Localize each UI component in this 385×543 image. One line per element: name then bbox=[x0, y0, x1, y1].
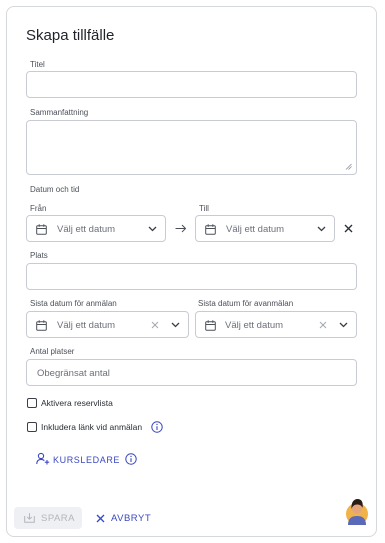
seats-input[interactable]: Obegränsat antal bbox=[26, 359, 357, 386]
to-date-picker[interactable]: Välj ett datum bbox=[195, 215, 335, 242]
from-date-picker[interactable]: Välj ett datum bbox=[26, 215, 166, 242]
calendar-icon bbox=[205, 320, 216, 331]
reserve-list-label: Aktivera reservlista bbox=[41, 398, 113, 408]
to-date-placeholder: Välj ett datum bbox=[226, 224, 285, 235]
calendar-icon bbox=[36, 320, 47, 331]
cancel-button[interactable]: AVBRYT bbox=[92, 507, 156, 529]
signup-deadline-placeholder: Välj ett datum bbox=[57, 320, 116, 331]
save-icon bbox=[24, 513, 35, 523]
avatar[interactable] bbox=[345, 496, 369, 526]
save-button[interactable]: SPARA bbox=[14, 507, 82, 529]
datetime-label: Datum och tid bbox=[30, 185, 80, 194]
from-label: Från bbox=[30, 204, 47, 213]
reserve-list-checkbox[interactable] bbox=[27, 398, 37, 408]
close-icon bbox=[96, 514, 105, 523]
calendar-icon bbox=[36, 224, 47, 235]
chevron-down-icon[interactable] bbox=[339, 322, 348, 328]
cancel-button-label: AVBRYT bbox=[111, 513, 152, 524]
cancel-deadline-label: Sista datum för avanmälan bbox=[198, 299, 294, 308]
chevron-down-icon[interactable] bbox=[148, 226, 157, 232]
info-icon[interactable] bbox=[125, 453, 137, 465]
close-icon[interactable] bbox=[344, 224, 353, 233]
place-label: Plats bbox=[30, 251, 48, 260]
from-date-placeholder: Välj ett datum bbox=[57, 224, 116, 235]
info-icon[interactable] bbox=[151, 421, 163, 433]
summary-textarea[interactable] bbox=[26, 120, 357, 175]
add-person-icon bbox=[36, 452, 50, 465]
cancel-deadline-placeholder: Välj ett datum bbox=[225, 320, 284, 331]
chevron-down-icon[interactable] bbox=[171, 322, 180, 328]
course-leader-label: KURSLEDARE bbox=[53, 455, 121, 465]
save-button-label: SPARA bbox=[41, 513, 76, 524]
arrow-right-icon bbox=[175, 224, 187, 233]
signup-deadline-picker[interactable]: Välj ett datum bbox=[26, 311, 189, 338]
include-link-label: Inkludera länk vid anmälan bbox=[41, 422, 143, 432]
signup-deadline-label: Sista datum för anmälan bbox=[30, 299, 117, 308]
cancel-deadline-picker[interactable]: Välj ett datum bbox=[195, 311, 357, 338]
resize-handle-icon[interactable] bbox=[345, 163, 352, 170]
clear-icon[interactable] bbox=[319, 321, 327, 329]
to-label: Till bbox=[199, 204, 209, 213]
chevron-down-icon[interactable] bbox=[317, 226, 326, 232]
place-input[interactable] bbox=[26, 263, 357, 290]
summary-label: Sammanfattning bbox=[30, 108, 89, 117]
add-course-leader-button[interactable]: KURSLEDARE bbox=[34, 450, 120, 468]
include-link-checkbox[interactable] bbox=[27, 422, 37, 432]
title-input[interactable] bbox=[26, 71, 357, 98]
clear-icon[interactable] bbox=[151, 321, 159, 329]
seats-label: Antal platser bbox=[30, 347, 75, 356]
title-label: Titel bbox=[30, 60, 45, 69]
seats-placeholder: Obegränsat antal bbox=[37, 368, 110, 379]
dialog-title: Skapa tillfälle bbox=[26, 27, 115, 44]
calendar-icon bbox=[205, 224, 216, 235]
